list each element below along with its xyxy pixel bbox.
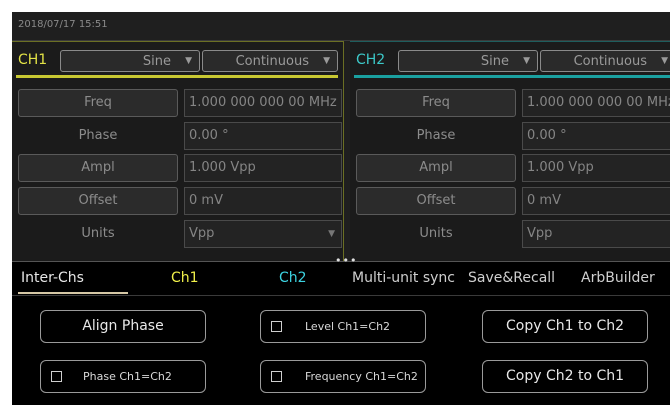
tab-ch1[interactable]: Ch1 <box>171 270 199 286</box>
channel-1-label: CH1 <box>18 52 48 68</box>
channel-2-units-value: Vpp <box>527 226 553 241</box>
channel-2-waveform-select[interactable]: Sine ▼ <box>398 50 538 72</box>
tab-divider <box>12 295 670 296</box>
channel-1-units-select[interactable]: Vpp ▼ <box>184 220 342 248</box>
channel-1-ampl-button[interactable]: Ampl <box>18 154 178 182</box>
channel-2-offset-field[interactable]: 0 mV <box>522 187 670 215</box>
level-ch1-ch2-label: Level Ch1=Ch2 <box>305 320 391 333</box>
checkbox-icon <box>271 371 282 382</box>
channel-1-offset-field[interactable]: 0 mV <box>184 187 342 215</box>
channel-2-panel: CH2 Sine ▼ Continuous ▼ Freq 1.000 000 0… <box>350 41 670 272</box>
channel-1-mode-value: Continuous <box>235 54 309 69</box>
channel-1-phase-button[interactable]: Phase <box>18 122 178 150</box>
chevron-down-icon: ▼ <box>323 56 330 66</box>
generator-screen: 2018/07/17 15:51 CH1 Sine ▼ Continuous ▼… <box>12 12 670 405</box>
channel-2-color-bar <box>354 75 670 78</box>
settings-tabs: Inter-Chs Ch1 Ch2 Multi-unit sync Save&R… <box>12 270 670 294</box>
channel-1-panel: CH1 Sine ▼ Continuous ▼ Freq 1.000 000 0… <box>12 41 344 272</box>
chevron-down-icon: ▼ <box>328 229 335 239</box>
channel-2-mode-select[interactable]: Continuous ▼ <box>540 50 670 72</box>
copy-ch2-to-ch1-button[interactable]: Copy Ch2 to Ch1 <box>482 360 648 393</box>
channel-2-phase-field[interactable]: 0.00 ° <box>522 122 670 150</box>
channel-1-mode-select[interactable]: Continuous ▼ <box>202 50 338 72</box>
channel-1-color-bar <box>16 75 338 78</box>
channel-1-offset-button[interactable]: Offset <box>18 187 178 215</box>
level-ch1-ch2-checkbox[interactable]: Level Ch1=Ch2 <box>260 310 426 343</box>
channel-2-mode-value: Continuous <box>573 54 647 69</box>
channel-2-offset-button[interactable]: Offset <box>356 187 516 215</box>
channel-2-freq-button[interactable]: Freq <box>356 89 516 117</box>
channel-1-units-value: Vpp <box>189 226 215 241</box>
drag-handle-icon[interactable]: ••• <box>335 254 357 267</box>
tab-inter-chs[interactable]: Inter-Chs <box>21 270 84 286</box>
checkbox-icon <box>51 371 62 382</box>
active-tab-indicator <box>18 292 128 294</box>
channel-1-phase-field[interactable]: 0.00 ° <box>184 122 342 150</box>
channel-2-units-select[interactable]: Vpp ▼ <box>522 220 670 248</box>
channel-2-label: CH2 <box>356 52 386 68</box>
channel-1-units-button[interactable]: Units <box>18 220 178 248</box>
timestamp: 2018/07/17 15:51 <box>18 19 108 30</box>
tab-save-recall[interactable]: Save&Recall <box>468 270 555 286</box>
tab-arbbuilder[interactable]: ArbBuilder <box>581 270 655 286</box>
channel-2-phase-button[interactable]: Phase <box>356 122 516 150</box>
channel-2-freq-field[interactable]: 1.000 000 000 00 MHz <box>522 89 670 117</box>
phase-ch1-ch2-label: Phase Ch1=Ch2 <box>83 370 172 383</box>
channel-1-freq-button[interactable]: Freq <box>18 89 178 117</box>
channel-2-units-button[interactable]: Units <box>356 220 516 248</box>
chevron-down-icon: ▼ <box>185 56 192 66</box>
channel-1-ampl-field[interactable]: 1.000 Vpp <box>184 154 342 182</box>
tab-ch2[interactable]: Ch2 <box>279 270 307 286</box>
channel-2-ampl-button[interactable]: Ampl <box>356 154 516 182</box>
frequency-ch1-ch2-label: Frequency Ch1=Ch2 <box>305 370 418 383</box>
copy-ch1-to-ch2-button[interactable]: Copy Ch1 to Ch2 <box>482 310 648 343</box>
align-phase-button[interactable]: Align Phase <box>40 310 206 343</box>
channel-1-waveform-value: Sine <box>142 54 171 69</box>
frequency-ch1-ch2-checkbox[interactable]: Frequency Ch1=Ch2 <box>260 360 426 393</box>
channel-2-waveform-value: Sine <box>480 54 509 69</box>
chevron-down-icon: ▼ <box>661 56 668 66</box>
channel-1-waveform-select[interactable]: Sine ▼ <box>60 50 200 72</box>
phase-ch1-ch2-checkbox[interactable]: Phase Ch1=Ch2 <box>40 360 206 393</box>
checkbox-icon <box>271 321 282 332</box>
tab-multi-unit-sync[interactable]: Multi-unit sync <box>352 270 455 286</box>
channel-1-freq-field[interactable]: 1.000 000 000 00 MHz <box>184 89 342 117</box>
chevron-down-icon: ▼ <box>523 56 530 66</box>
channel-2-ampl-field[interactable]: 1.000 Vpp <box>522 154 670 182</box>
